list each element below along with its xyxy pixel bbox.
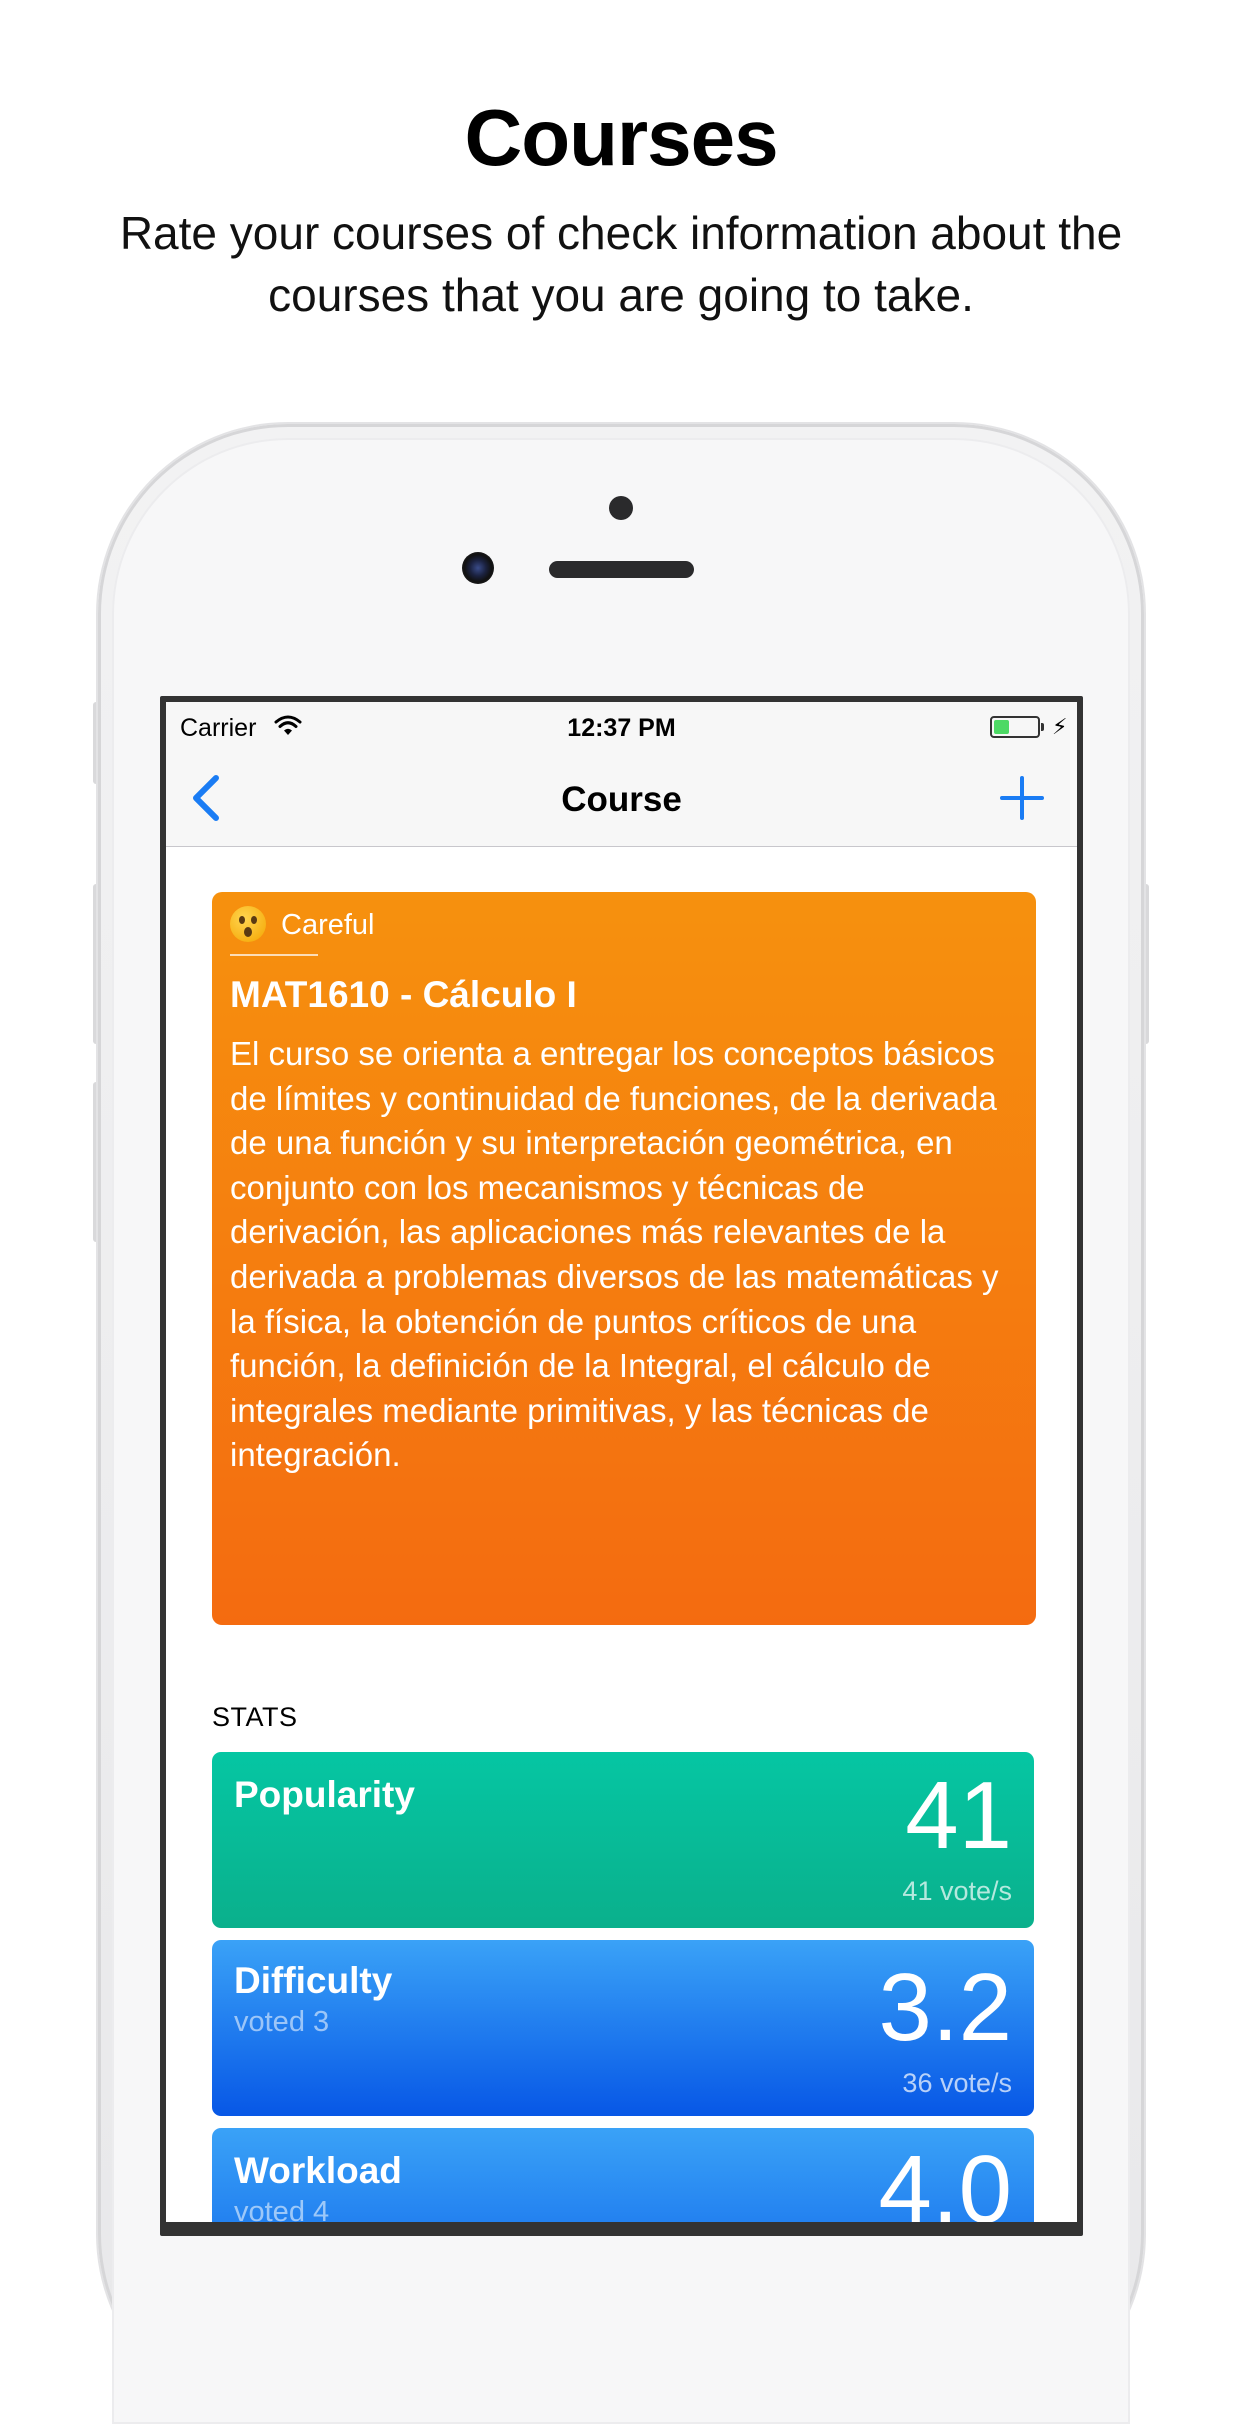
- navigation-bar: Course: [166, 750, 1077, 847]
- add-button[interactable]: [992, 768, 1052, 828]
- plus-icon: [1000, 776, 1044, 820]
- stat-user-vote: voted 4: [234, 2196, 330, 2222]
- battery-tip: [1041, 723, 1044, 731]
- battery-level-fill: [994, 720, 1009, 734]
- badge-underline: [230, 954, 318, 956]
- stat-value: 3.2: [878, 1954, 1012, 2061]
- stat-name: Popularity: [234, 1774, 415, 1815]
- stats-section-label: STATS: [212, 1702, 298, 1732]
- stat-name: Difficulty: [234, 1960, 393, 2001]
- careful-label: Careful: [281, 909, 375, 941]
- stat-card-popularity[interactable]: Popularity 41 41 vote/s: [212, 1752, 1034, 1928]
- battery-icon: [990, 716, 1040, 738]
- course-description: El curso se orienta a entregar los conce…: [230, 1035, 999, 1474]
- app-screen: Carrier 12:37 PM ⚡ Course Careful MAT161…: [166, 702, 1077, 2222]
- front-camera: [462, 552, 494, 584]
- stat-value: 4.0: [878, 2136, 1012, 2223]
- proximity-sensor: [609, 496, 633, 520]
- course-card[interactable]: Careful MAT1610 - Cálculo I El curso se …: [212, 892, 1036, 1625]
- stat-user-vote: voted 3: [234, 2006, 330, 2038]
- status-time: 12:37 PM: [567, 714, 676, 742]
- stat-name: Workload: [234, 2150, 402, 2191]
- stat-value: 41: [905, 1762, 1012, 1869]
- charging-bolt-icon: ⚡: [1052, 714, 1068, 739]
- nav-title: Course: [561, 780, 682, 819]
- promo-title: Courses: [464, 93, 778, 182]
- promo-subtitle: Rate your courses of check information a…: [119, 207, 1123, 321]
- earpiece-speaker: [549, 561, 694, 578]
- course-title: MAT1610 - Cálculo I: [230, 974, 577, 1015]
- stat-card-difficulty[interactable]: Difficulty voted 3 3.2 36 vote/s: [212, 1940, 1034, 2116]
- surprised-face-icon: [230, 906, 266, 942]
- stat-votes: 36 vote/s: [902, 2068, 1012, 2098]
- stat-votes: 41 vote/s: [902, 1876, 1012, 1906]
- status-bar: Carrier 12:37 PM ⚡: [166, 702, 1077, 750]
